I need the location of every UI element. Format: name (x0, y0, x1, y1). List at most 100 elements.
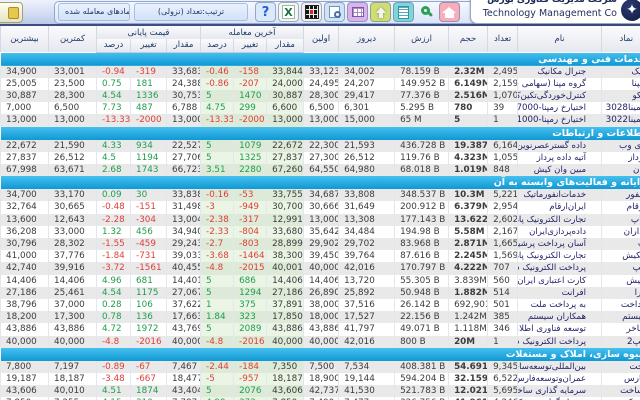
home-button[interactable] (439, 2, 460, 22)
value-cell: 594.204 B (395, 373, 449, 385)
last-change-cell: 1079 (234, 140, 267, 152)
low-cell: 14,406 (49, 275, 97, 287)
stock-row[interactable]: رتاپتجارت الکترونیک پارسیان2,60213.622M1… (1, 214, 640, 226)
grid-board-button[interactable] (301, 2, 322, 22)
stock-row[interactable]: پرداختبه پرداخت ملت501692,90126.142 B37,… (1, 299, 640, 311)
high-cell: 7,800 (1, 361, 49, 373)
volume-cell: 1.019M (449, 164, 488, 176)
grid-icon (305, 5, 319, 19)
col-symbol[interactable]: نماد (602, 26, 640, 52)
stock-row[interactable]: رمپناگروه مپنا (سهامی عام)2,1596.149M149… (1, 78, 640, 90)
col-name[interactable]: نام (518, 26, 602, 52)
col-group-closing[interactable]: قیمت پایانی (97, 26, 201, 39)
low-cell: 21,590 (49, 140, 97, 152)
col-last-percent[interactable]: درصد (201, 39, 234, 52)
col-last-change[interactable]: تغییر (234, 39, 267, 52)
export-excel-button[interactable]: X (278, 2, 299, 22)
stock-row[interactable]: ضمینا3028اختیارخ رمپنا-17000-99/03/13397… (1, 102, 640, 114)
name-cell: آسان پرداخت پرشین (518, 238, 602, 250)
yesterday-cell: 21,593 (339, 140, 395, 152)
high-cell: 34,700 (1, 189, 49, 201)
toolbar-icons: ? X (255, 2, 462, 24)
col-group-last-trade[interactable]: آخرین معامله (201, 26, 304, 39)
last-percent-cell: -0.86 (201, 78, 234, 90)
stock-row[interactable]: وساختسرمایه گذاری ساختمان‌ایران5,69512.0… (1, 385, 640, 397)
col-last-amount[interactable]: مقدار (267, 39, 304, 52)
col-volume[interactable]: حجم (449, 26, 488, 52)
yesterday-cell: 24,207 (339, 78, 395, 90)
low-cell: 33,170 (49, 189, 97, 201)
close-percent-cell: 4.72 (97, 323, 131, 335)
search-button[interactable] (416, 2, 437, 22)
col-yesterday[interactable]: دیروز (339, 26, 395, 52)
low-cell: 28,300 (49, 90, 97, 102)
stock-row[interactable]: سپ2پرداخت الکترونیک سامان کیش120M800 B42… (1, 336, 640, 348)
help-button[interactable]: ? (255, 2, 276, 22)
last-change-cell: -803 (234, 238, 267, 250)
last-price-cell: 28,899 (267, 238, 304, 250)
stock-row[interactable]: مفاخرتوسعه فناوری اطلاعات خوارزمی3461.11… (1, 323, 640, 335)
name-cell: خدمات‌انفورماتیک (518, 189, 602, 201)
stock-row[interactable]: مدارانداده‌پردازی‌ایران2,1675.58M194.98 … (1, 226, 640, 238)
clipped-toolbar-button[interactable] (0, 2, 23, 23)
calendar-button[interactable] (347, 2, 368, 22)
stock-row[interactable]: آپآسان پرداخت پرشین1,6652.871M83.968 B29… (1, 238, 640, 250)
last-price-cell: 33,755 (267, 189, 304, 201)
first-cell: 22,300 (304, 140, 339, 152)
watchlist-button[interactable] (393, 2, 414, 22)
col-value[interactable]: ارزش (395, 26, 449, 52)
value-cell: 5.295 B (395, 102, 449, 114)
close-price-cell: 43,769 (167, 323, 201, 335)
volume-cell: 5.58M (449, 226, 488, 238)
col-close-percent[interactable]: درصد (97, 39, 131, 52)
col-count[interactable]: تعداد (488, 26, 518, 52)
count-cell: 707 (488, 262, 518, 274)
last-percent-cell: 5 (201, 385, 234, 397)
count-cell: 5,221 (488, 189, 518, 201)
low-cell: 37,776 (49, 250, 97, 262)
show-traded-symbols-button[interactable]: نمایش نمادهای معامله شده (58, 3, 130, 21)
market-watch-table: نماد نام تعداد حجم ارزش دیروز اولین آخری… (0, 26, 640, 400)
stock-row[interactable]: اوانمبین وان کیش8481.019M68.018 B64,9806… (1, 164, 640, 176)
count-cell: 501 (488, 299, 518, 311)
stock-row[interactable]: تاپکیشتجارت الکترونیک پارسیان کیش1,5692.… (1, 250, 640, 262)
stock-row[interactable]: ثفارسعمران‌وتوسعه‌فارس6,52232.159M594.20… (1, 373, 640, 385)
sort-order-button[interactable]: ترتیب:تعداد (نزولی) (134, 3, 248, 21)
symbol-cell: های وب (602, 140, 640, 152)
stock-row[interactable]: ضمینا3022اختیارخ رمپنا-11000-99/03/13156… (1, 114, 640, 126)
low-cell: 40,010 (49, 385, 97, 397)
col-close-change[interactable]: تغییر (131, 39, 167, 52)
stock-row[interactable]: رنیکجنرال مکانیک2,4952.32M78.159 B34,002… (1, 66, 640, 78)
name-cell: پرداخت الکترونیک سامان کیش (518, 262, 602, 274)
low-cell: 30,665 (49, 201, 97, 213)
sector-title: اطلاعات و ارتباطات (1, 127, 640, 140)
sector-header-row: رایانه و فعالیت‌های وابسته به آن (1, 176, 640, 189)
value-cell: 177.143 B (395, 214, 449, 226)
low-cell: 6,500 (49, 102, 97, 114)
stock-row[interactable]: مرقامایران‌ارقام2,9546.379M200.912 B31,6… (1, 201, 640, 213)
col-high[interactable]: بیشترین (1, 26, 49, 52)
sector-title: خدمات فنی و مهندسی (1, 52, 640, 66)
close-price-cell: 24,388 (167, 78, 201, 90)
close-percent-cell: -1.84 (97, 250, 131, 262)
stock-row[interactable]: ثاختبین‌المللی‌توسعه‌ساختمان9,34554.691M… (1, 361, 640, 373)
col-low[interactable]: کمترین (49, 26, 97, 52)
stock-row[interactable]: های وبداده گسترعصرنوین-های وب6,16419.387… (1, 140, 640, 152)
col-close-amount[interactable]: مقدار (167, 39, 201, 52)
last-percent-cell: 5 (201, 275, 234, 287)
stock-row[interactable]: سیستمهمکاران سیستم3851.242M22.156 B17,52… (1, 311, 640, 323)
yesterday-cell: 64,980 (339, 164, 395, 176)
stock-row[interactable]: افراافرانت5141.882M50.948 B25,89226,8902… (1, 287, 640, 299)
stock-row[interactable]: اپردازآتیه داده پرداز1,0554.323M119.76 B… (1, 152, 640, 164)
stock-row[interactable]: رانفورخدمات‌انفورماتیک5,22110.3M348.537 … (1, 189, 640, 201)
stock-row[interactable]: رکیشکارت اعتباری ایران کیش5603.839M55.30… (1, 275, 640, 287)
upload-button[interactable] (370, 2, 391, 22)
symbol-cell: رتکو (602, 90, 640, 102)
value-cell: 194.98 B (395, 226, 449, 238)
stock-row[interactable]: رتکوکنترل‌خوردگی‌تکین‌کو1,0702.516M77.37… (1, 90, 640, 102)
print-preview-button[interactable] (324, 2, 345, 22)
volume-cell: 1.118M (449, 323, 488, 335)
symbol-cell: مرقام (602, 201, 640, 213)
col-first[interactable]: اولین (304, 26, 339, 52)
stock-row[interactable]: سپپرداخت الکترونیک سامان کیش7074.222M170… (1, 262, 640, 274)
